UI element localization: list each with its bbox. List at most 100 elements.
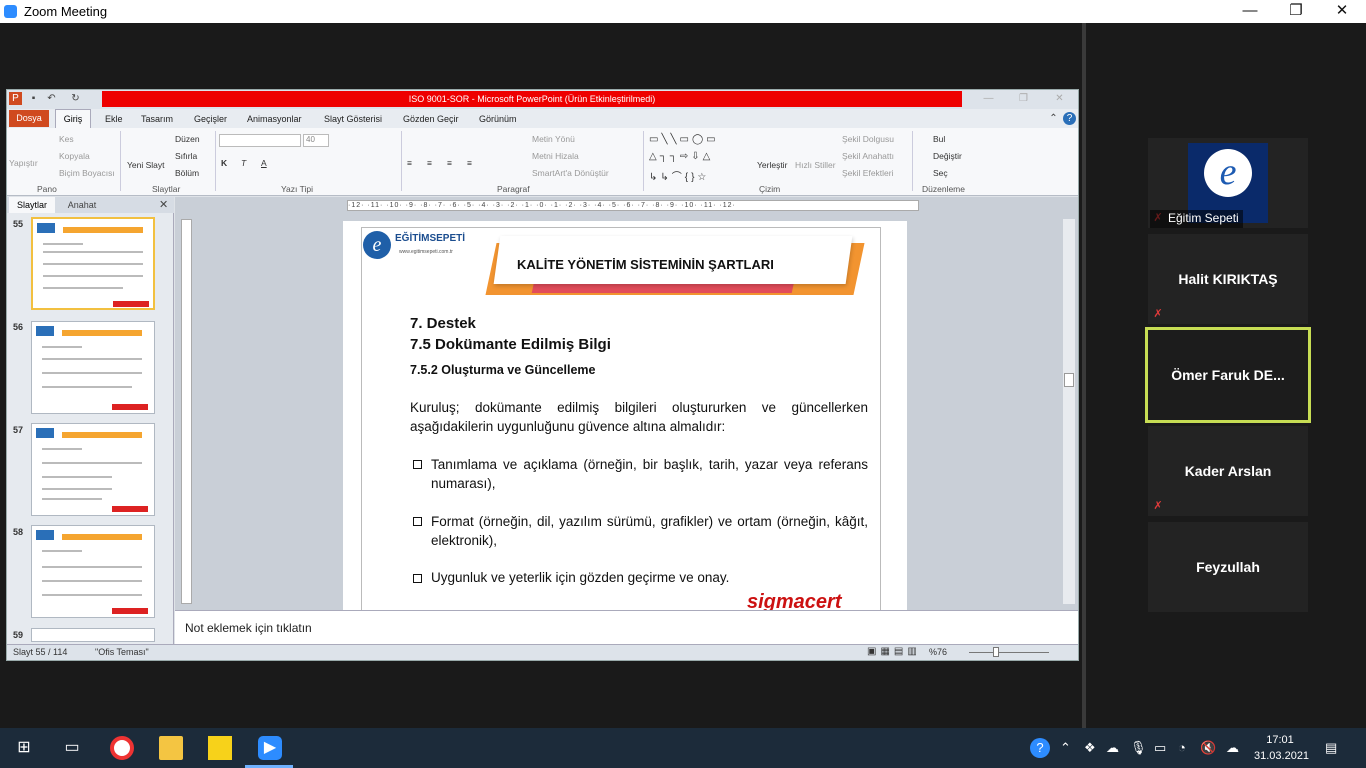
vertical-ruler (181, 219, 192, 604)
slide-thumbnail-55[interactable] (31, 217, 155, 310)
align-left-icon[interactable]: ≡ (407, 158, 412, 168)
underline-button[interactable]: A (261, 158, 267, 168)
vertical-scrollbar[interactable] (1063, 219, 1075, 604)
layout-button[interactable]: Düzen (175, 134, 200, 144)
ppt-minimize-icon[interactable]: — (982, 92, 995, 105)
tab-slayt-gosterisi[interactable]: Slayt Gösterisi (318, 110, 388, 128)
zoom-app-icon (4, 5, 17, 18)
help-tray-icon[interactable]: ? (1030, 738, 1050, 758)
close-pane-icon[interactable]: ✕ (159, 198, 168, 211)
redo-icon[interactable]: ↻ (69, 92, 82, 105)
group-yazi-tipi: Yazı Tipi (281, 184, 313, 194)
tab-dosya[interactable]: Dosya (9, 110, 49, 127)
notes-placeholder[interactable]: Not eklemek için tıklatın (185, 621, 312, 635)
tab-tasarim[interactable]: Tasarım (135, 110, 179, 128)
reset-button[interactable]: Sıfırla (175, 151, 197, 161)
italic-button[interactable]: T (241, 158, 246, 168)
participant-tile[interactable]: Halit KIRIKTAŞ ✗ (1148, 234, 1308, 324)
onedrive-icon[interactable]: ☁ (1106, 740, 1119, 756)
quick-styles-button[interactable]: Hızlı Stiller (795, 160, 836, 170)
close-button[interactable]: ✕ (1319, 0, 1365, 23)
tab-gecisler[interactable]: Geçişler (188, 110, 233, 128)
collapse-ribbon-icon[interactable]: ⌃ (1047, 112, 1060, 125)
participant-tile[interactable]: Kader Arslan ✗ (1148, 426, 1308, 516)
tab-gozden-gecir[interactable]: Gözden Geçir (397, 110, 465, 128)
replace-button[interactable]: Değiştir (933, 151, 962, 161)
paste-button[interactable]: Yapıştır (9, 158, 38, 168)
slide-thumbnail-59[interactable] (31, 628, 155, 642)
align-center-icon[interactable]: ≡ (427, 158, 432, 168)
tab-ekle[interactable]: Ekle (99, 110, 129, 128)
format-painter-button[interactable]: Biçim Boyacısı (59, 168, 115, 178)
task-view-icon[interactable]: ▭ (60, 736, 84, 760)
view-buttons[interactable]: ▣▦▤▥ (867, 646, 921, 657)
clock-time: 17:01 (1266, 734, 1294, 746)
dropbox-icon[interactable]: ❖ (1084, 740, 1096, 756)
justify-icon[interactable]: ≡ (467, 158, 472, 168)
zoom-slider-thumb[interactable] (993, 647, 999, 657)
section-button[interactable]: Bölüm (175, 168, 199, 178)
slide-thumbnail-56[interactable] (31, 321, 155, 414)
tab-anahat[interactable]: Anahat (59, 197, 105, 213)
battery-icon[interactable]: ▭ (1154, 740, 1166, 756)
align-right-icon[interactable]: ≡ (447, 158, 452, 168)
windows-taskbar: ⊞ ▭ ▶ ? ⌃ ❖ ☁ 🎙 ▭ ◔ 🔇 ☁ 17:01 31.03.2021… (0, 728, 1366, 768)
minimize-button[interactable]: — (1227, 0, 1273, 23)
tab-slaytlar[interactable]: Slaytlar (9, 197, 55, 213)
shape-outline-button[interactable]: Şekil Anahattı (842, 151, 894, 161)
shape-effects-button[interactable]: Şekil Efektleri (842, 168, 894, 178)
volume-muted-icon[interactable]: 🔇 (1200, 740, 1216, 756)
thumbnail-number: 59 (13, 630, 24, 640)
slide-thumbnail-58[interactable] (31, 525, 155, 618)
font-family-select[interactable] (219, 134, 301, 147)
smartart-button[interactable]: SmartArt'a Dönüştür (532, 168, 609, 178)
font-size-select[interactable]: 40 (303, 134, 329, 147)
participant-name: Ömer Faruk DE... (1171, 367, 1285, 383)
shapes-gallery[interactable]: ▭╲╲▭◯▭ (649, 134, 719, 145)
tab-giris[interactable]: Giriş (55, 109, 91, 128)
windows-start-icon[interactable]: ⊞ (12, 736, 36, 760)
show-hidden-icons[interactable]: ⌃ (1060, 740, 1071, 756)
slide-thumbnail-57[interactable] (31, 423, 155, 516)
bold-button[interactable]: K (221, 158, 227, 168)
wifi-icon[interactable]: ◔ (1178, 740, 1186, 755)
text-direction-button[interactable]: Metin Yönü (532, 134, 575, 144)
taskbar-clock[interactable]: 17:01 31.03.2021 (1254, 732, 1309, 764)
tab-gorunum[interactable]: Görünüm (473, 110, 523, 128)
tab-animasyonlar[interactable]: Animasyonlar (241, 110, 308, 128)
participant-name: Halit KIRIKTAŞ (1178, 271, 1278, 287)
action-center-icon[interactable]: ▤ (1325, 740, 1337, 756)
shape-fill-button[interactable]: Şekil Dolgusu (842, 134, 894, 144)
cut-button[interactable]: Kes (59, 134, 74, 144)
ppt-statusbar: Slayt 55 / 114 "Ofis Teması" ▣▦▤▥ %76 (7, 644, 1078, 660)
save-icon[interactable]: ▪ (27, 92, 40, 105)
help-icon[interactable]: ? (1063, 112, 1076, 125)
active-speaker-tile[interactable]: Ömer Faruk DE... (1145, 327, 1311, 423)
maximize-button[interactable]: ❐ (1273, 0, 1319, 23)
align-text-button[interactable]: Metni Hizala (532, 151, 579, 161)
find-button[interactable]: Bul (933, 134, 945, 144)
slide-canvas[interactable]: e EĞİTİMSEPETİ www.egitimsepeti.com.tr K… (343, 221, 907, 610)
notes-pane[interactable]: Not eklemek için tıklatın (175, 610, 1078, 644)
file-explorer-icon[interactable] (159, 736, 183, 760)
ppt-restore-icon[interactable]: ❐ (1017, 92, 1030, 105)
shapes-gallery-row3[interactable]: ↳↳⌒{}☆ (649, 168, 709, 183)
slide-heading-2: 7.5 Dokümante Edilmiş Bilgi (410, 336, 611, 353)
cloud-upload-icon[interactable]: ☁ (1226, 740, 1239, 756)
new-slide-button[interactable]: Yeni Slayt (127, 160, 165, 170)
sticky-notes-icon[interactable] (208, 736, 232, 760)
scroll-thumb[interactable] (1064, 373, 1074, 387)
arrange-button[interactable]: Yerleştir (757, 160, 787, 170)
microphone-icon[interactable]: 🎙 (1130, 740, 1147, 756)
copy-button[interactable]: Kopyala (59, 151, 90, 161)
chrome-icon[interactable] (110, 736, 134, 760)
ppt-close-icon[interactable]: ✕ (1053, 92, 1066, 105)
zoom-level[interactable]: %76 (929, 647, 947, 657)
zoom-taskbar-icon[interactable]: ▶ (258, 736, 282, 760)
participant-tile[interactable]: Feyzullah (1148, 522, 1308, 612)
shared-powerpoint-window: P ▪ ↶ ↻ ISO 9001-SOR - Microsoft PowerPo… (6, 89, 1079, 661)
shapes-gallery-row2[interactable]: △┐┐⇨⇩△ (649, 151, 713, 162)
undo-icon[interactable]: ↶ (45, 92, 58, 105)
zoom-slider[interactable] (969, 652, 1049, 653)
select-button[interactable]: Seç (933, 168, 948, 178)
